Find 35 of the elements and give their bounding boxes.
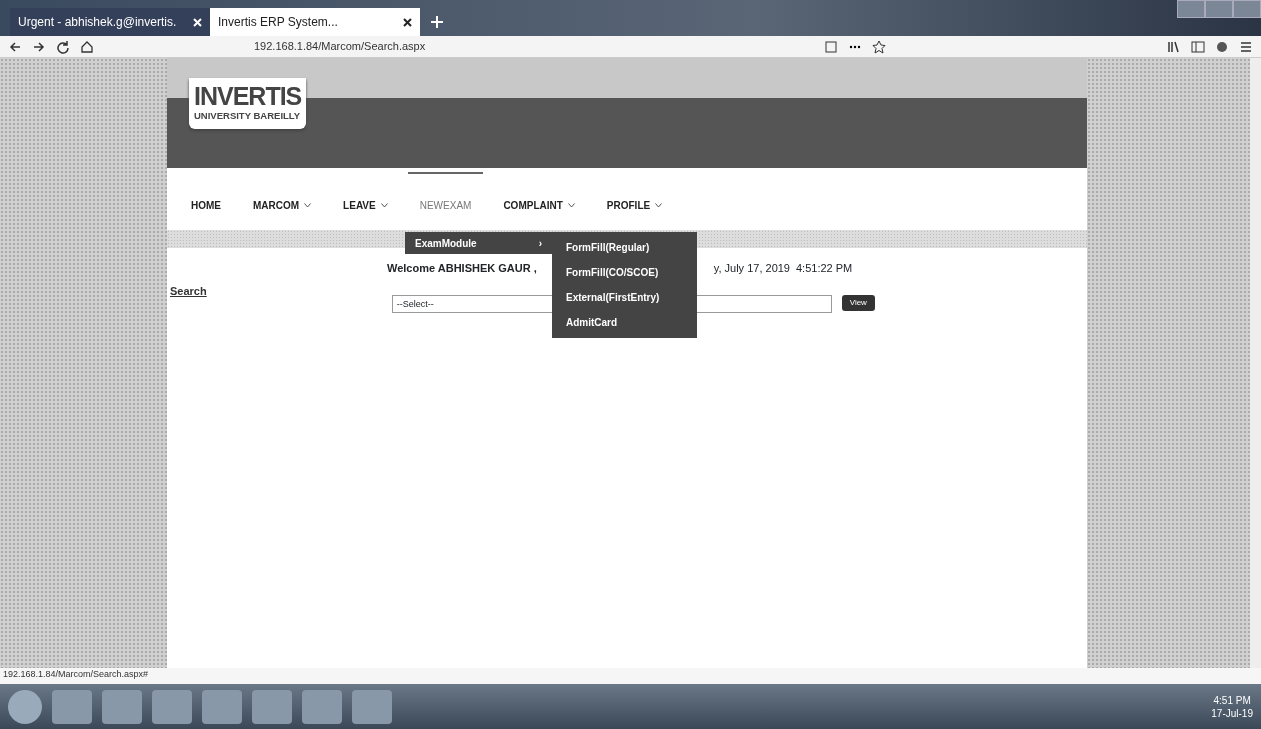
nav-item[interactable]: MARCOM <box>241 193 324 217</box>
bookmark-star-icon[interactable] <box>872 39 886 54</box>
new-tab-icon[interactable] <box>430 15 444 29</box>
reader-icon[interactable] <box>824 39 838 54</box>
close-icon[interactable] <box>403 17 412 27</box>
logo: INVERTIS UNIVERSITY BAREILLY <box>189 78 307 130</box>
back-icon[interactable] <box>8 39 22 54</box>
menu-icon[interactable] <box>1239 39 1253 54</box>
submenu-item[interactable]: FormFill(Regular) <box>552 235 697 260</box>
browser-tab[interactable]: Urgent - abhishek.g@invertis. <box>10 8 210 36</box>
nav-item[interactable]: HOME <box>179 193 233 217</box>
nav-item[interactable]: COMPLAINT <box>491 193 587 217</box>
nav-item[interactable]: LEAVE <box>331 193 400 217</box>
home-icon[interactable] <box>80 39 94 54</box>
status-url: 192.168.1.84/Marcom/Search.aspx# <box>3 669 149 679</box>
submenu-item[interactable]: AdmitCard <box>552 310 697 335</box>
time-text: 4:51:22 PM <box>796 261 853 276</box>
menu-item[interactable]: ExamModule › <box>405 232 552 254</box>
submenu-item[interactable]: FormFill(CO/SCOE) <box>552 260 697 285</box>
forward-icon[interactable] <box>32 39 46 54</box>
clock-time: 4:51 PM <box>1212 693 1252 707</box>
start-button[interactable] <box>8 689 42 724</box>
nav-item[interactable]: PROFILE <box>594 193 675 217</box>
browser-tab[interactable]: Invertis ERP System... <box>210 8 420 36</box>
clock-date: 17-Jul-19 <box>1211 706 1253 720</box>
reload-icon[interactable] <box>56 39 70 54</box>
library-icon[interactable] <box>1167 39 1181 54</box>
nav-item[interactable]: NEWEXAM <box>407 171 484 217</box>
date-text: y, July 17, 2019 <box>713 261 790 276</box>
view-button[interactable]: View <box>841 294 875 311</box>
search-link[interactable]: Search <box>170 282 207 299</box>
scrollbar[interactable] <box>1250 58 1261 668</box>
submenu-item[interactable]: External(FirstEntry) <box>552 285 697 310</box>
sidebar-icon[interactable] <box>1191 39 1205 54</box>
welcome-text: Welcome ABHISHEK GAUR , <box>387 261 537 276</box>
